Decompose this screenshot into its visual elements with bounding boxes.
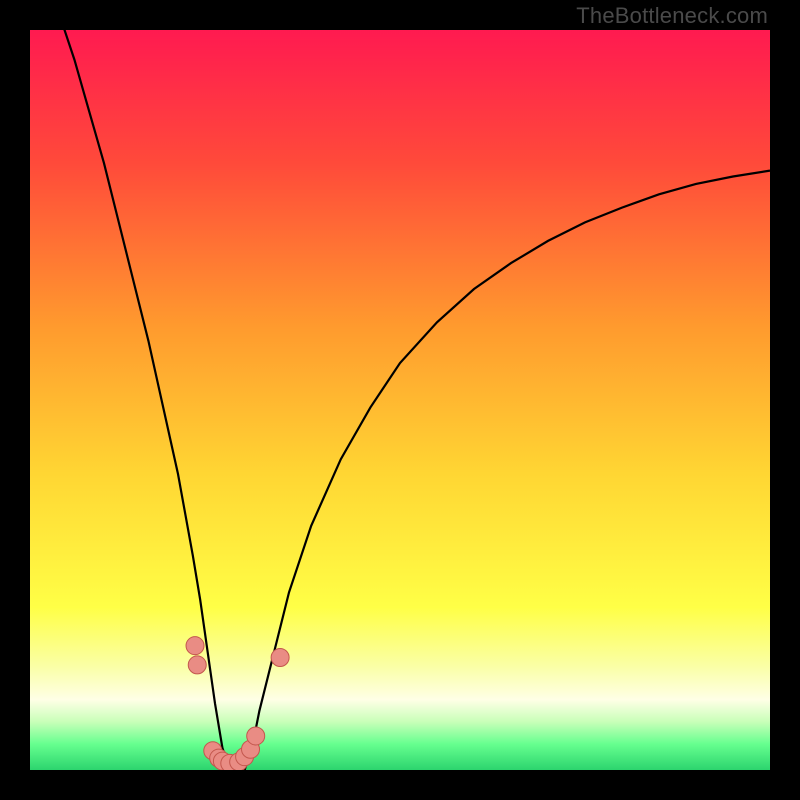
bottleneck-curve — [60, 30, 770, 770]
marker-dot — [186, 637, 204, 655]
marker-dot — [271, 649, 289, 667]
curve-layer — [30, 30, 770, 770]
watermark-text: TheBottleneck.com — [576, 3, 768, 29]
marker-dot — [247, 727, 265, 745]
plot-area — [30, 30, 770, 770]
curve-markers — [186, 637, 289, 770]
outer-frame: TheBottleneck.com — [0, 0, 800, 800]
marker-dot — [188, 656, 206, 674]
